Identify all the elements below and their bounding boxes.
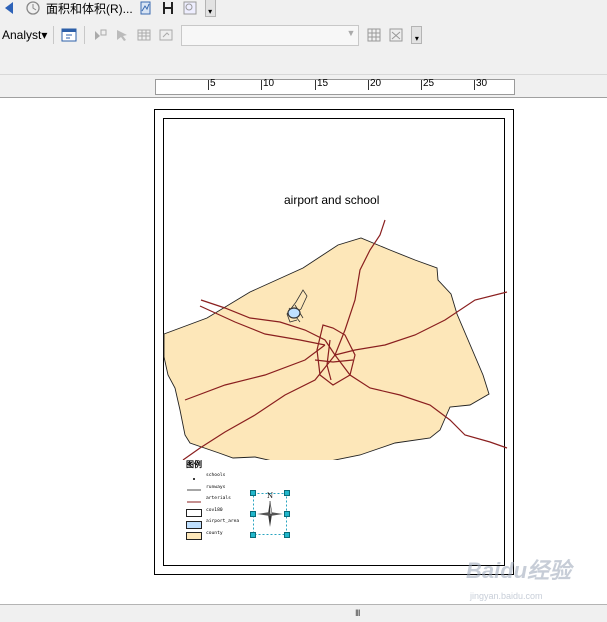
legend-label: runways bbox=[206, 484, 226, 490]
ruler-tick bbox=[474, 80, 475, 90]
zoom-tool-icon[interactable] bbox=[182, 0, 198, 16]
map-title[interactable]: airport and school bbox=[284, 193, 484, 207]
legend-title: 图例 bbox=[186, 460, 202, 469]
legend-item: runways bbox=[186, 482, 256, 494]
legend-item: airport_area bbox=[186, 516, 256, 529]
field-calculator-icon[interactable] bbox=[388, 27, 404, 43]
ruler-label: 15 bbox=[317, 78, 329, 89]
line-symbol-icon bbox=[186, 495, 202, 503]
measure-tool-icon[interactable] bbox=[160, 0, 176, 16]
history-icon[interactable] bbox=[25, 0, 41, 16]
toolbar-overflow-button[interactable]: ▾ bbox=[204, 0, 216, 17]
point-symbol-icon bbox=[186, 472, 202, 480]
toolbar-row-2: Analyst▾ ▼ ▾ bbox=[0, 24, 426, 46]
edit-tool-icon[interactable] bbox=[114, 27, 130, 43]
map-canvas[interactable] bbox=[155, 210, 510, 460]
toolbar-overflow-button[interactable]: ▾ bbox=[411, 26, 423, 44]
toolbar-separator bbox=[84, 26, 86, 44]
legend-label: schools bbox=[206, 473, 226, 479]
combo-arrow-icon: ▼ bbox=[346, 27, 356, 38]
resize-handle[interactable] bbox=[284, 511, 290, 517]
chevron-down-icon: ▾ bbox=[41, 28, 48, 42]
line-symbol-icon bbox=[186, 483, 202, 491]
watermark-url: jingyan.baidu.com bbox=[470, 591, 543, 601]
ruler-tick bbox=[421, 80, 422, 90]
profile-tool-icon[interactable] bbox=[138, 0, 154, 16]
ruler-strip: 5 10 15 20 25 30 bbox=[0, 74, 607, 98]
resize-handle[interactable] bbox=[250, 511, 256, 517]
horizontal-scrollbar[interactable]: III bbox=[0, 604, 607, 622]
resize-handle[interactable] bbox=[284, 490, 290, 496]
ruler-label: 30 bbox=[476, 78, 488, 89]
toolbar-area: 面积和体积(R)... ▾ Analyst▾ ▼ ▾ bbox=[0, 0, 607, 74]
ruler-tick bbox=[208, 80, 209, 90]
scrollbar-grip[interactable]: III bbox=[355, 608, 360, 618]
ruler-label: 20 bbox=[370, 78, 382, 89]
resize-handle[interactable] bbox=[250, 490, 256, 496]
legend-item: schools bbox=[186, 470, 256, 482]
ruler-tick bbox=[368, 80, 369, 90]
toolbar-row-1: 面积和体积(R)... ▾ bbox=[0, 0, 220, 19]
ruler-tick bbox=[315, 80, 316, 90]
layer-combobox[interactable]: ▼ bbox=[181, 24, 360, 46]
watermark: Baidu经验 jingyan.baidu.com bbox=[462, 553, 602, 605]
analyst-dropdown[interactable]: Analyst▾ bbox=[0, 28, 49, 42]
resize-handle[interactable] bbox=[250, 532, 256, 538]
polygon-symbol-icon bbox=[186, 529, 202, 541]
grid-options-icon[interactable] bbox=[366, 27, 382, 43]
watermark-brand: Baidu经验 bbox=[466, 558, 572, 583]
legend-item: cov180 bbox=[186, 505, 256, 518]
legend[interactable]: 图例 schools runways arterials cov180 airp… bbox=[186, 459, 256, 541]
airport-area bbox=[287, 307, 301, 319]
county-polygon bbox=[163, 237, 490, 460]
north-arrow[interactable]: N bbox=[250, 490, 290, 538]
toolbar-separator bbox=[53, 26, 55, 44]
select-features-icon[interactable] bbox=[92, 27, 108, 43]
ruler-tick bbox=[261, 80, 262, 90]
legend-item: county bbox=[186, 528, 256, 541]
back-arrow-icon[interactable] bbox=[3, 0, 19, 16]
table-icon[interactable] bbox=[136, 27, 152, 43]
ruler-label: 10 bbox=[263, 78, 275, 89]
resize-handle[interactable] bbox=[284, 532, 290, 538]
legend-label: county bbox=[206, 530, 223, 536]
legend-label: airport_area bbox=[206, 519, 240, 525]
identify-tool-icon[interactable] bbox=[158, 27, 174, 43]
analyst-label: Analyst bbox=[2, 28, 42, 42]
legend-item: arterials bbox=[186, 493, 256, 505]
polygon-symbol-icon bbox=[186, 506, 202, 518]
ruler-label: 25 bbox=[423, 78, 435, 89]
analyst-window-icon[interactable] bbox=[61, 27, 77, 43]
polygon-symbol-icon bbox=[186, 518, 202, 529]
legend-label: cov180 bbox=[206, 507, 223, 513]
ruler-label: 5 bbox=[210, 78, 216, 89]
north-letter: N bbox=[267, 492, 274, 500]
area-volume-menu[interactable]: 面积和体积(R)... bbox=[44, 0, 135, 17]
legend-label: arterials bbox=[206, 496, 231, 502]
horizontal-ruler[interactable]: 5 10 15 20 25 30 bbox=[155, 78, 515, 95]
